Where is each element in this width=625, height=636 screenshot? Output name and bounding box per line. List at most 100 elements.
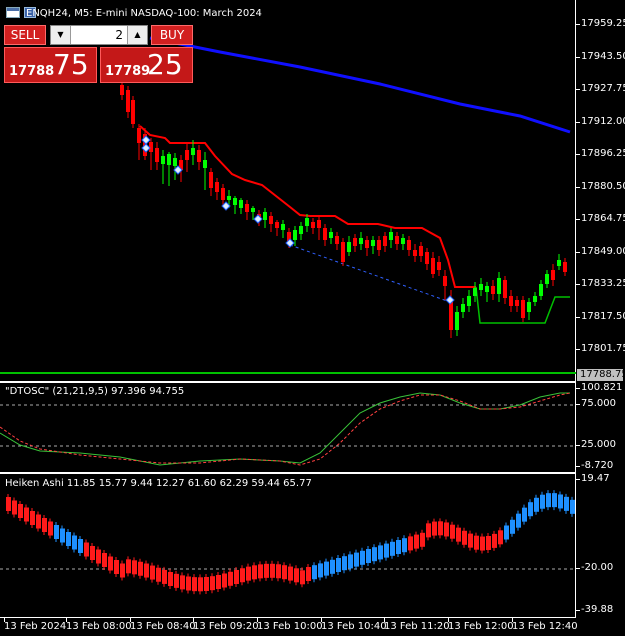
dtosc-axis-tick — [576, 404, 580, 405]
heiken-bar — [396, 540, 401, 554]
heiken-bar — [36, 514, 41, 529]
heiken-bar — [504, 525, 509, 540]
heiken-bar — [114, 560, 119, 574]
ask-price-box[interactable]: 17789 25 — [100, 47, 193, 83]
heiken-axis-tick — [576, 568, 580, 569]
heiken-bar — [336, 558, 341, 572]
heiken-bar — [270, 563, 275, 578]
heiken-bar — [510, 519, 515, 534]
price-axis-label: 17912.00 — [581, 116, 625, 127]
candle-body — [437, 262, 441, 270]
time-axis-label: 13 Feb 11:20 — [384, 621, 450, 632]
heiken-bar — [312, 565, 317, 580]
lot-decrease-icon[interactable]: ▼ — [51, 26, 71, 44]
heiken-bar — [390, 541, 395, 556]
candle-body — [263, 212, 267, 220]
candle-body — [311, 222, 315, 228]
heiken-bar — [432, 521, 437, 536]
candle-body — [443, 276, 447, 286]
price-axis-label: 17943.50 — [581, 51, 625, 62]
heiken-bar — [90, 546, 95, 560]
buy-button[interactable]: BUY — [151, 25, 193, 45]
heiken-bar — [216, 574, 221, 589]
price-axis-tick — [576, 24, 580, 25]
candle-body — [449, 300, 453, 330]
heiken-axis-label: -39.88 — [581, 604, 614, 615]
candle-body — [479, 284, 483, 290]
bid-price-prefix: 17788 — [9, 64, 55, 79]
price-axis-tick — [576, 252, 580, 253]
time-axis-label: 13 Feb 10:40 — [321, 621, 387, 632]
candle-body — [329, 232, 333, 238]
candle-body — [137, 128, 141, 143]
heiken-bar — [18, 504, 23, 518]
lot-size-stepper[interactable]: ▼ 2 ▲ — [50, 25, 148, 45]
heiken-bar — [228, 571, 233, 586]
heiken-bar — [468, 533, 473, 548]
heiken-bar — [192, 577, 197, 592]
heiken-bar — [246, 566, 251, 581]
heiken-bar — [222, 573, 227, 588]
candle-body — [407, 240, 411, 250]
candle-body — [323, 228, 327, 240]
time-axis-label: 13 Feb 08:40 — [130, 621, 196, 632]
candle-body — [185, 150, 189, 160]
heiken-bar — [138, 561, 143, 576]
heiken-bar — [564, 496, 569, 511]
candle-body — [551, 270, 555, 280]
heiken-bar — [384, 543, 389, 558]
heiken-ashi-pane[interactable] — [0, 473, 576, 618]
candle-body — [503, 280, 507, 298]
candle-body — [167, 154, 171, 165]
price-axis-tick — [576, 57, 580, 58]
heiken-bar — [408, 536, 413, 551]
heiken-bar — [402, 538, 407, 553]
heiken-bar — [66, 532, 71, 546]
dtosc-axis-label: 25.000 — [581, 439, 616, 450]
heiken-bar — [258, 564, 263, 579]
heiken-ashi-canvas[interactable] — [0, 474, 576, 619]
candle-body — [461, 304, 465, 312]
heiken-bar — [462, 530, 467, 545]
candle-body — [173, 158, 177, 166]
candle-body — [515, 300, 519, 306]
candle-body — [209, 172, 213, 188]
heiken-bar — [486, 535, 491, 550]
dtosc-axis-tick — [576, 388, 580, 389]
heiken-bar — [156, 567, 161, 582]
current-price-tag: 17788.75 — [577, 369, 625, 381]
time-axis[interactable]: 13 Feb 2024 13 Feb 08:00 13 Feb 08:40 13 Fe… — [0, 618, 625, 636]
time-axis-label: 13 Feb 10:00 — [257, 621, 323, 632]
heiken-bar — [288, 566, 293, 581]
bid-price-box[interactable]: 17788 75 — [4, 47, 97, 83]
price-axis-tick — [576, 187, 580, 188]
candle-body — [455, 312, 459, 330]
candle-body — [539, 284, 543, 296]
candle-body — [563, 262, 567, 272]
lot-size-value[interactable]: 2 — [115, 28, 123, 42]
heiken-bar — [12, 500, 17, 515]
candle-body — [227, 196, 231, 200]
bid-price-digits: 75 — [53, 48, 89, 81]
price-axis-tick — [576, 154, 580, 155]
heiken-bar — [84, 542, 89, 557]
price-axis-label: 17864.75 — [581, 213, 625, 224]
heiken-bar — [420, 532, 425, 547]
heiken-bar — [552, 493, 557, 508]
ask-price-digits: 25 — [147, 48, 183, 81]
price-axis-label: 17801.75 — [581, 343, 625, 354]
dtosc-axis-tick — [576, 445, 580, 446]
heiken-bar — [318, 563, 323, 578]
time-axis-label: 13 Feb 2024 — [4, 621, 67, 632]
heiken-bar — [24, 507, 29, 522]
candle-body — [341, 242, 345, 262]
sell-button[interactable]: SELL — [4, 25, 46, 45]
heiken-bar — [234, 569, 239, 584]
candle-body — [371, 240, 375, 246]
heiken-bar — [102, 553, 107, 567]
dtosc-signal-line — [0, 392, 571, 466]
lot-increase-icon[interactable]: ▲ — [127, 26, 147, 44]
heiken-bar — [168, 572, 173, 587]
candle-body — [245, 204, 249, 212]
candle-body — [203, 160, 207, 168]
